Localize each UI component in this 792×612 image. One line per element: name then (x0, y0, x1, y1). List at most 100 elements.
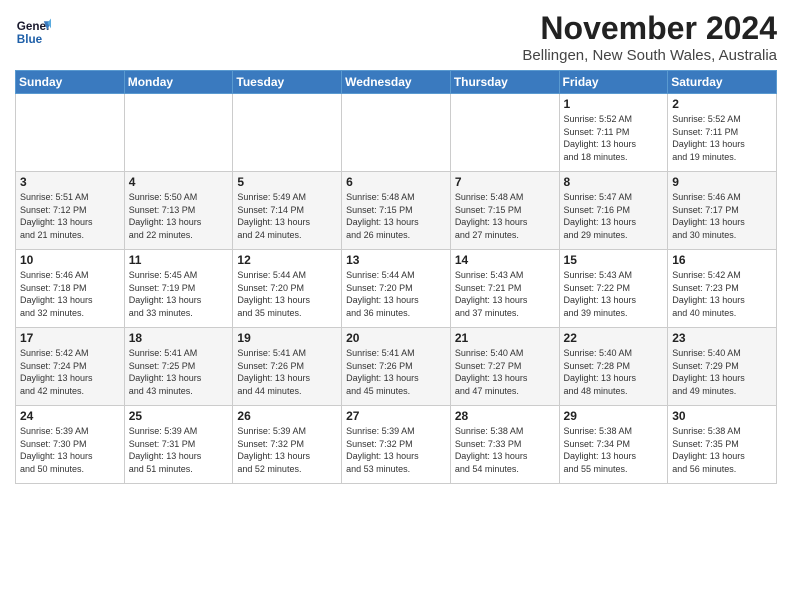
weekday-header-wednesday: Wednesday (342, 71, 451, 94)
logo-icon: General Blue (15, 14, 51, 50)
day-number: 17 (20, 331, 120, 345)
day-number: 15 (564, 253, 664, 267)
calendar-cell: 20 Sunrise: 5:41 AM Sunset: 7:26 PM Dayli… (342, 328, 451, 406)
calendar-cell: 16 Sunrise: 5:42 AM Sunset: 7:23 PM Dayli… (668, 250, 777, 328)
header: General Blue November 2024 Bellingen, Ne… (15, 10, 777, 64)
day-info: Sunrise: 5:40 AM Sunset: 7:29 PM Dayligh… (672, 347, 772, 397)
day-number: 20 (346, 331, 446, 345)
day-number: 19 (237, 331, 337, 345)
day-info: Sunrise: 5:41 AM Sunset: 7:25 PM Dayligh… (129, 347, 229, 397)
calendar-cell: 3 Sunrise: 5:51 AM Sunset: 7:12 PM Daylig… (16, 172, 125, 250)
day-number: 18 (129, 331, 229, 345)
calendar-cell (124, 94, 233, 172)
day-number: 23 (672, 331, 772, 345)
day-info: Sunrise: 5:41 AM Sunset: 7:26 PM Dayligh… (346, 347, 446, 397)
day-info: Sunrise: 5:47 AM Sunset: 7:16 PM Dayligh… (564, 191, 664, 241)
day-info: Sunrise: 5:42 AM Sunset: 7:24 PM Dayligh… (20, 347, 120, 397)
calendar-cell: 7 Sunrise: 5:48 AM Sunset: 7:15 PM Daylig… (450, 172, 559, 250)
day-info: Sunrise: 5:44 AM Sunset: 7:20 PM Dayligh… (237, 269, 337, 319)
day-info: Sunrise: 5:38 AM Sunset: 7:35 PM Dayligh… (672, 425, 772, 475)
day-number: 25 (129, 409, 229, 423)
calendar-cell: 15 Sunrise: 5:43 AM Sunset: 7:22 PM Dayli… (559, 250, 668, 328)
day-number: 3 (20, 175, 120, 189)
calendar-cell: 2 Sunrise: 5:52 AM Sunset: 7:11 PM Daylig… (668, 94, 777, 172)
day-info: Sunrise: 5:44 AM Sunset: 7:20 PM Dayligh… (346, 269, 446, 319)
day-info: Sunrise: 5:43 AM Sunset: 7:22 PM Dayligh… (564, 269, 664, 319)
weekday-header-sunday: Sunday (16, 71, 125, 94)
day-number: 10 (20, 253, 120, 267)
calendar-cell: 1Sunrise: 5:52 AM Sunset: 7:11 PM Daylig… (559, 94, 668, 172)
day-info: Sunrise: 5:48 AM Sunset: 7:15 PM Dayligh… (346, 191, 446, 241)
day-info: Sunrise: 5:43 AM Sunset: 7:21 PM Dayligh… (455, 269, 555, 319)
page-container: General Blue November 2024 Bellingen, Ne… (0, 0, 792, 489)
weekday-header-tuesday: Tuesday (233, 71, 342, 94)
month-year-title: November 2024 (522, 10, 777, 47)
title-block: November 2024 Bellingen, New South Wales… (522, 10, 777, 64)
calendar-cell: 25Sunrise: 5:39 AM Sunset: 7:31 PM Dayli… (124, 406, 233, 484)
weekday-header-row: SundayMondayTuesdayWednesdayThursdayFrid… (16, 71, 777, 94)
calendar-cell: 5 Sunrise: 5:49 AM Sunset: 7:14 PM Daylig… (233, 172, 342, 250)
calendar-cell: 21 Sunrise: 5:40 AM Sunset: 7:27 PM Dayli… (450, 328, 559, 406)
calendar-cell: 24 Sunrise: 5:39 AM Sunset: 7:30 PM Dayli… (16, 406, 125, 484)
day-info: Sunrise: 5:52 AM Sunset: 7:11 PM Dayligh… (564, 113, 664, 163)
day-number: 29 (564, 409, 664, 423)
day-number: 11 (129, 253, 229, 267)
day-info: Sunrise: 5:42 AM Sunset: 7:23 PM Dayligh… (672, 269, 772, 319)
day-info: Sunrise: 5:52 AM Sunset: 7:11 PM Dayligh… (672, 113, 772, 163)
day-number: 2 (672, 97, 772, 111)
day-number: 21 (455, 331, 555, 345)
calendar-cell: 26 Sunrise: 5:39 AM Sunset: 7:32 PM Dayli… (233, 406, 342, 484)
calendar-cell: 29 Sunrise: 5:38 AM Sunset: 7:34 PM Dayli… (559, 406, 668, 484)
calendar-cell: 18 Sunrise: 5:41 AM Sunset: 7:25 PM Dayli… (124, 328, 233, 406)
day-number: 12 (237, 253, 337, 267)
day-number: 24 (20, 409, 120, 423)
calendar-table: SundayMondayTuesdayWednesdayThursdayFrid… (15, 70, 777, 484)
day-number: 26 (237, 409, 337, 423)
calendar-cell (450, 94, 559, 172)
day-info: Sunrise: 5:39 AM Sunset: 7:30 PM Dayligh… (20, 425, 120, 475)
day-info: Sunrise: 5:38 AM Sunset: 7:34 PM Dayligh… (564, 425, 664, 475)
location-subtitle: Bellingen, New South Wales, Australia (522, 47, 777, 64)
week-row-2: 3 Sunrise: 5:51 AM Sunset: 7:12 PM Daylig… (16, 172, 777, 250)
day-info: Sunrise: 5:50 AM Sunset: 7:13 PM Dayligh… (129, 191, 229, 241)
day-info: Sunrise: 5:40 AM Sunset: 7:28 PM Dayligh… (564, 347, 664, 397)
day-number: 4 (129, 175, 229, 189)
calendar-cell: 8 Sunrise: 5:47 AM Sunset: 7:16 PM Daylig… (559, 172, 668, 250)
week-row-5: 24 Sunrise: 5:39 AM Sunset: 7:30 PM Dayli… (16, 406, 777, 484)
day-number: 16 (672, 253, 772, 267)
calendar-cell: 4 Sunrise: 5:50 AM Sunset: 7:13 PM Daylig… (124, 172, 233, 250)
calendar-cell: 19 Sunrise: 5:41 AM Sunset: 7:26 PM Dayli… (233, 328, 342, 406)
day-info: Sunrise: 5:39 AM Sunset: 7:32 PM Dayligh… (237, 425, 337, 475)
week-row-1: 1Sunrise: 5:52 AM Sunset: 7:11 PM Daylig… (16, 94, 777, 172)
svg-text:Blue: Blue (17, 33, 43, 46)
calendar-cell: 9Sunrise: 5:46 AM Sunset: 7:17 PM Daylig… (668, 172, 777, 250)
calendar-cell: 10Sunrise: 5:46 AM Sunset: 7:18 PM Dayli… (16, 250, 125, 328)
day-info: Sunrise: 5:40 AM Sunset: 7:27 PM Dayligh… (455, 347, 555, 397)
day-info: Sunrise: 5:49 AM Sunset: 7:14 PM Dayligh… (237, 191, 337, 241)
day-number: 7 (455, 175, 555, 189)
day-info: Sunrise: 5:46 AM Sunset: 7:17 PM Dayligh… (672, 191, 772, 241)
day-info: Sunrise: 5:41 AM Sunset: 7:26 PM Dayligh… (237, 347, 337, 397)
week-row-4: 17 Sunrise: 5:42 AM Sunset: 7:24 PM Dayli… (16, 328, 777, 406)
calendar-cell: 30 Sunrise: 5:38 AM Sunset: 7:35 PM Dayli… (668, 406, 777, 484)
calendar-cell: 11 Sunrise: 5:45 AM Sunset: 7:19 PM Dayli… (124, 250, 233, 328)
day-number: 14 (455, 253, 555, 267)
calendar-cell (16, 94, 125, 172)
weekday-header-monday: Monday (124, 71, 233, 94)
day-info: Sunrise: 5:45 AM Sunset: 7:19 PM Dayligh… (129, 269, 229, 319)
calendar-cell: 13Sunrise: 5:44 AM Sunset: 7:20 PM Dayli… (342, 250, 451, 328)
weekday-header-saturday: Saturday (668, 71, 777, 94)
day-number: 22 (564, 331, 664, 345)
day-info: Sunrise: 5:38 AM Sunset: 7:33 PM Dayligh… (455, 425, 555, 475)
day-number: 8 (564, 175, 664, 189)
day-number: 5 (237, 175, 337, 189)
calendar-cell: 14 Sunrise: 5:43 AM Sunset: 7:21 PM Dayli… (450, 250, 559, 328)
calendar-cell: 12 Sunrise: 5:44 AM Sunset: 7:20 PM Dayli… (233, 250, 342, 328)
calendar-cell (342, 94, 451, 172)
calendar-cell: 17 Sunrise: 5:42 AM Sunset: 7:24 PM Dayli… (16, 328, 125, 406)
day-number: 30 (672, 409, 772, 423)
day-info: Sunrise: 5:51 AM Sunset: 7:12 PM Dayligh… (20, 191, 120, 241)
calendar-cell (233, 94, 342, 172)
day-info: Sunrise: 5:48 AM Sunset: 7:15 PM Dayligh… (455, 191, 555, 241)
weekday-header-friday: Friday (559, 71, 668, 94)
